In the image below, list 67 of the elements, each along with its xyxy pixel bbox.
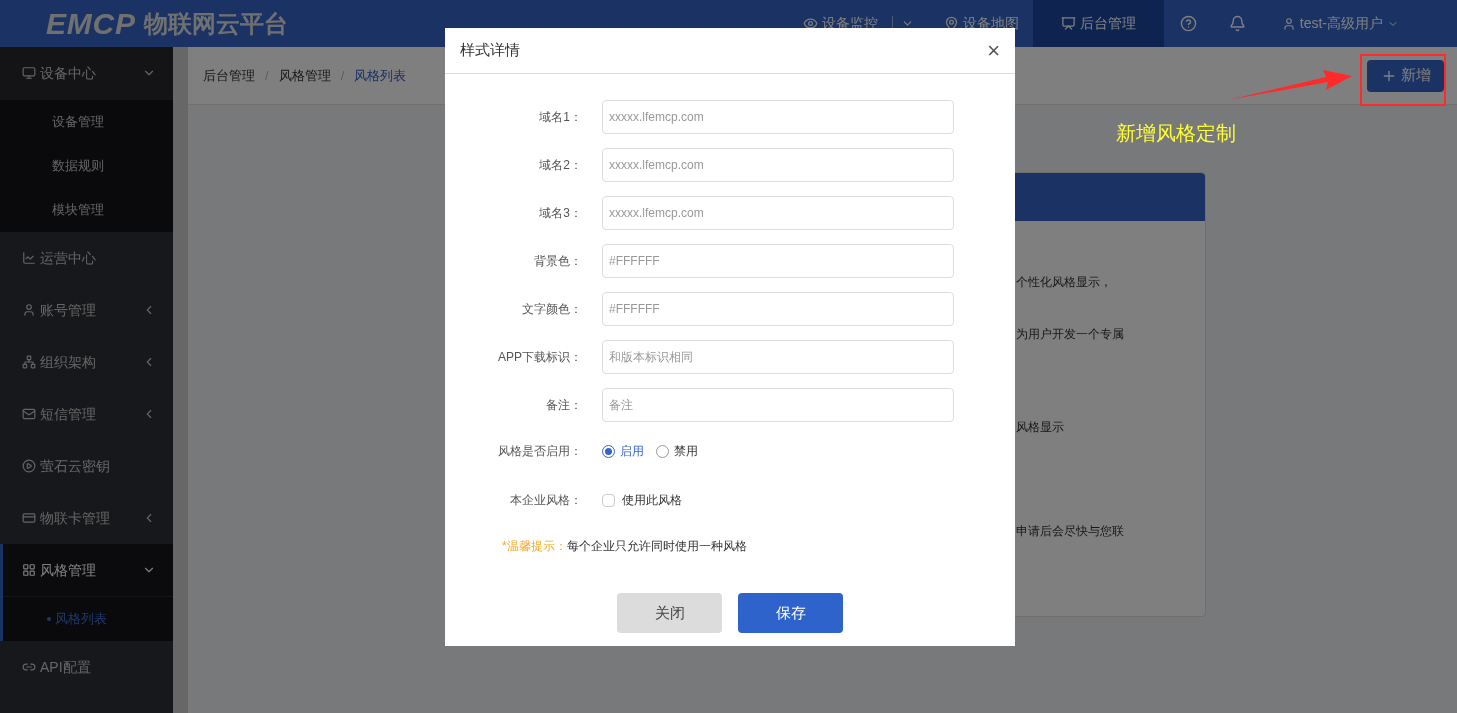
arrow-icon — [1228, 68, 1352, 102]
input-field[interactable]: #FFFFFF — [602, 292, 954, 326]
field-label: 域名2： — [538, 157, 583, 174]
radio-option[interactable]: 启用 — [602, 442, 644, 460]
field-label: 本企业风格： — [509, 492, 583, 509]
breadcrumb-separator: / — [265, 66, 269, 85]
input-field[interactable]: 备注 — [602, 388, 954, 422]
tip-text: *温馨提示：每个企业只允许同时使用一种风格 — [502, 538, 748, 555]
radio-option[interactable]: 禁用 — [656, 442, 698, 460]
chart-icon — [22, 251, 36, 265]
field-label: 背景色： — [533, 253, 583, 270]
input-field[interactable]: #FFFFFF — [602, 244, 954, 278]
sidebar-subitem[interactable]: 数据规则 — [0, 144, 173, 188]
field-label: 域名1： — [538, 109, 583, 126]
breadcrumb-link[interactable]: 风格管理 — [278, 65, 331, 86]
field-label: 文字颜色： — [521, 301, 583, 318]
sidebar-subitem[interactable]: 模块管理 — [0, 188, 173, 232]
sidebar-item[interactable]: 账号管理 — [0, 284, 173, 336]
breadcrumb-separator: / — [340, 66, 345, 85]
close-button[interactable]: × — [987, 39, 1000, 62]
logo-title: 物联网云平台 — [143, 11, 288, 36]
add-button[interactable]: 新增 — [1367, 59, 1444, 92]
input-field[interactable]: xxxxx.lfemcp.com — [602, 196, 954, 230]
dialog-title: 样式详情 — [460, 40, 521, 61]
play-circle-icon — [22, 459, 36, 473]
grid-icon — [22, 563, 36, 577]
sidebar-item[interactable]: 运营中心 — [0, 232, 173, 284]
input-field[interactable]: xxxxx.lfemcp.com — [602, 100, 954, 134]
checkbox-option[interactable]: 使用此风格 — [602, 491, 682, 509]
bell-icon[interactable] — [1228, 15, 1246, 32]
help-icon[interactable] — [1179, 15, 1197, 32]
card-text: 为用户开发一个专属 — [1016, 326, 1125, 343]
field-label: 备注： — [545, 397, 583, 414]
card-icon — [22, 511, 36, 525]
link-icon — [22, 660, 36, 674]
save-button[interactable]: 保存 — [738, 593, 843, 633]
card-text: 个性化风格显示， — [1016, 274, 1113, 291]
mail-icon — [22, 407, 36, 421]
user-icon — [22, 303, 36, 317]
bullet-icon — [47, 617, 51, 621]
card-text: 申请后会尽快与您联 — [1016, 523, 1125, 540]
sidebar-item[interactable]: 短信管理 — [0, 388, 173, 440]
nav-tab[interactable]: 后台管理 — [1032, 0, 1164, 47]
sidebar-subitem[interactable]: 风格列表 — [3, 597, 173, 641]
sidebar-subitem[interactable]: 设备管理 — [0, 100, 173, 144]
sidebar-item[interactable]: 组织架构 — [0, 336, 173, 388]
presentation-icon — [1060, 16, 1076, 31]
close-dialog-button[interactable]: 关闭 — [617, 593, 722, 633]
org-chart-icon — [22, 355, 36, 369]
sidebar-item[interactable]: 设备中心 — [0, 47, 173, 99]
monitor-icon — [22, 66, 36, 80]
user-icon — [1281, 16, 1296, 31]
sidebar-item[interactable]: 物联卡管理 — [0, 492, 173, 544]
sidebar-item[interactable]: 风格管理 — [3, 544, 173, 596]
input-field[interactable]: 和版本标识相同 — [602, 340, 954, 374]
user-menu[interactable]: test-高级用户 — [1281, 13, 1399, 34]
field-label: 风格是否启用： — [497, 443, 583, 460]
field-label: APP下载标识： — [497, 349, 583, 366]
breadcrumb-link[interactable]: 风格列表 — [354, 65, 407, 86]
breadcrumb-link[interactable]: 后台管理 — [203, 65, 255, 86]
card-text: 风格显示 — [1016, 419, 1065, 436]
annotation-text: 新增风格定制 — [1116, 121, 1236, 146]
logo-mark: EMCP — [46, 8, 136, 39]
field-label: 域名3： — [538, 205, 583, 222]
sidebar-item[interactable]: API配置 — [0, 641, 173, 693]
sidebar-item[interactable]: 萤石云密钥 — [0, 440, 173, 492]
input-field[interactable]: xxxxx.lfemcp.com — [602, 148, 954, 182]
